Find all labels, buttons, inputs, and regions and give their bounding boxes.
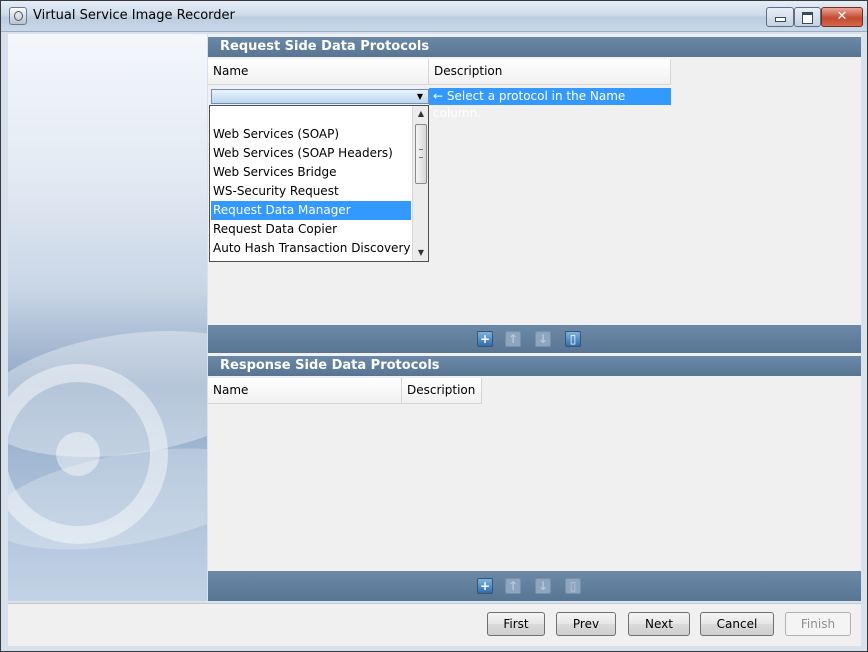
request-table-header: Name Description [208, 59, 671, 85]
request-section-header: Request Side Data Protocols [208, 37, 861, 57]
dropdown-option[interactable]: WS-Security Request [211, 182, 411, 201]
grip-icon [419, 149, 423, 158]
move-down-icon: ↓ [537, 332, 549, 346]
minimize-button[interactable] [766, 7, 794, 27]
dropdown-option[interactable]: Auto Hash Transaction Discovery [211, 239, 411, 258]
request-delete-button[interactable]: ▯ [565, 331, 581, 347]
dropdown-option[interactable]: Web Services (SOAP) [211, 125, 411, 144]
move-up-icon: ↑ [507, 332, 519, 346]
request-toolbar: + ↑ ↓ ▯ [208, 325, 861, 353]
response-toolbar: + ↑ ↓ ▯ [208, 571, 861, 601]
close-icon: ✕ [836, 9, 848, 24]
chevron-down-icon[interactable]: ▼ [415, 91, 425, 103]
first-button[interactable]: First [487, 612, 545, 636]
app-icon [9, 7, 27, 25]
delete-icon: ▯ [569, 332, 577, 346]
request-add-button[interactable]: + [477, 331, 493, 347]
request-move-up-button[interactable]: ↑ [505, 331, 521, 347]
delete-icon: ▯ [569, 579, 577, 593]
add-icon: + [479, 332, 491, 346]
main-panel: Request Side Data Protocols Name Descrip… [208, 34, 861, 601]
scroll-down-icon[interactable]: ▼ [413, 245, 428, 261]
minimize-icon [775, 17, 786, 22]
description-hint-cell[interactable]: ← Select a protocol in the Name column. [429, 88, 671, 120]
response-col-description[interactable]: Description [402, 378, 482, 403]
app-window: Virtual Service Image Recorder ✕ Request… [0, 0, 868, 652]
next-button[interactable]: Next [628, 612, 690, 636]
finish-button[interactable]: Finish [785, 612, 851, 636]
window-title: Virtual Service Image Recorder [33, 8, 235, 23]
move-down-icon: ↓ [537, 579, 549, 593]
add-icon: + [479, 579, 491, 593]
dropdown-option[interactable]: Web Services (SOAP Headers) [211, 144, 411, 163]
maximize-button[interactable] [794, 7, 821, 27]
prev-button[interactable]: Prev [556, 612, 616, 636]
response-table-body[interactable] [208, 404, 861, 570]
request-col-description[interactable]: Description [429, 59, 671, 84]
protocol-dropdown-list[interactable]: Web Services (SOAP) Web Services (SOAP H… [209, 105, 429, 262]
maximize-icon [802, 12, 813, 24]
move-up-icon: ↑ [507, 579, 519, 593]
title-bar[interactable]: Virtual Service Image Recorder ✕ [1, 1, 867, 32]
response-move-up-button[interactable]: ↑ [505, 578, 521, 594]
wizard-side-banner [8, 34, 207, 601]
close-button[interactable]: ✕ [821, 7, 863, 27]
wizard-button-bar: First Prev Next Cancel Finish [8, 603, 861, 646]
request-col-name[interactable]: Name [208, 59, 429, 84]
response-table-header: Name Description [208, 378, 482, 404]
response-add-button[interactable]: + [477, 578, 493, 594]
request-move-down-button[interactable]: ↓ [535, 331, 551, 347]
dropdown-option[interactable]: Request Data Copier [211, 220, 411, 239]
response-section-header: Response Side Data Protocols [208, 356, 861, 376]
protocol-name-combo[interactable]: ▼ [211, 89, 429, 104]
cancel-button[interactable]: Cancel [700, 612, 774, 636]
response-col-name[interactable]: Name [208, 378, 402, 403]
response-delete-button[interactable]: ▯ [565, 578, 581, 594]
dropdown-scrollbar[interactable]: ▲ ▼ [412, 106, 428, 261]
response-move-down-button[interactable]: ↓ [535, 578, 551, 594]
scroll-up-icon[interactable]: ▲ [413, 106, 428, 122]
dropdown-option-selected[interactable]: Request Data Manager [211, 201, 411, 220]
dropdown-option[interactable]: Web Services Bridge [211, 163, 411, 182]
scrollbar-thumb[interactable] [415, 124, 427, 184]
